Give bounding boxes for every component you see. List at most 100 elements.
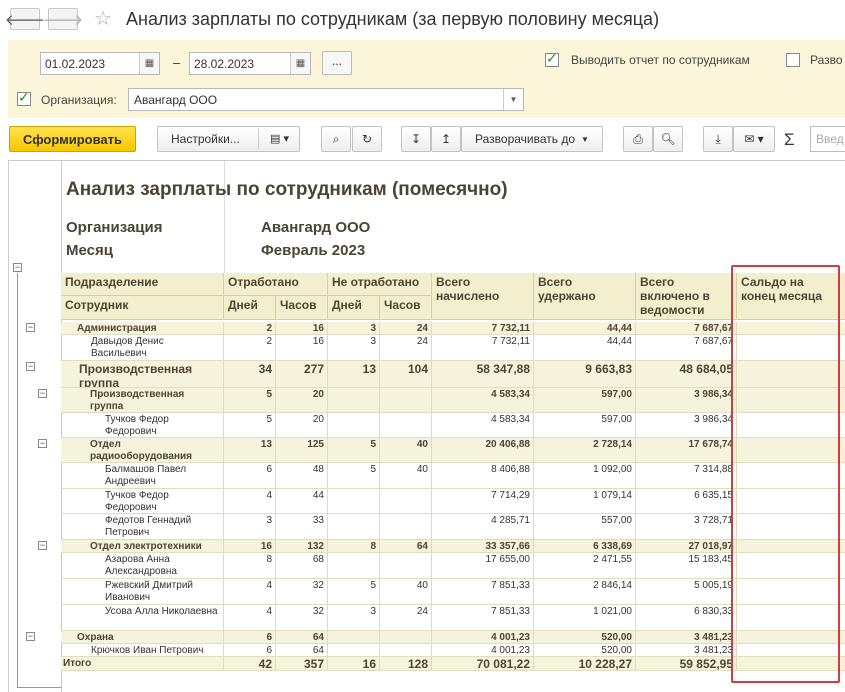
row-value-h: 48 <box>276 463 328 488</box>
row-value-bal <box>737 361 845 387</box>
row-value-h: 20 <box>276 388 328 412</box>
row-value-st: 6 635,15 <box>636 489 737 513</box>
row-value-nd <box>328 514 380 539</box>
employee-row[interactable]: Азарова Анна Александровна 8 68 17 655,00 2 … <box>61 553 845 579</box>
row-value-acc: 7 851,33 <box>432 605 534 630</box>
sort-asc-icon[interactable]: ↥ <box>431 126 461 152</box>
employee-row[interactable]: Ржевский Дмитрий Иванович 4 32 5 40 7 851,33 2… <box>61 579 845 605</box>
group-row[interactable]: Отдел радиооборудования 13 125 5 40 20 406,88… <box>61 438 845 463</box>
row-value-st: 3 481,23 <box>636 644 737 656</box>
expand-to-button[interactable]: Разворачивать до ▼ <box>461 126 603 152</box>
header-withheld: Всего удержано <box>534 273 636 320</box>
chevron-down-icon[interactable]: ▼ <box>503 89 523 110</box>
row-value-wh: 557,00 <box>534 514 636 539</box>
organization-select[interactable]: Авангард ООО ▼ <box>128 88 524 111</box>
row-value-h: 68 <box>276 553 328 578</box>
employee-row[interactable]: Усова Алла Николаевна 4 32 3 24 7 851,33 1 021… <box>61 605 845 631</box>
row-value-acc: 4 001,23 <box>432 631 534 643</box>
header-not-worked: Не отработано <box>328 273 432 296</box>
row-value-bal <box>737 605 845 630</box>
row-name: Тучков Федор Федорович <box>61 413 224 437</box>
search-input[interactable]: Введ <box>810 126 845 152</box>
row-value-acc: 33 357,66 <box>432 540 534 552</box>
header-worked: Отработано <box>224 273 328 296</box>
calendar-icon[interactable]: ▦ <box>139 53 159 74</box>
row-name: Отдел радиооборудования <box>61 438 224 462</box>
row-value-nh: 40 <box>380 579 432 604</box>
group-row[interactable]: Администрация 2 16 3 24 7 732,11 44,44 7 687,67 <box>61 322 845 335</box>
organization-checkbox[interactable] <box>17 89 31 106</box>
row-value-acc: 7 851,33 <box>432 579 534 604</box>
forward-arrow-icon[interactable]: 🡒 <box>43 8 83 30</box>
row-value-nh: 104 <box>380 361 432 387</box>
employee-row[interactable]: Крючков Иван Петрович 6 64 4 001,23 520,00 3 … <box>61 644 845 657</box>
report-title: Анализ зарплаты по сотрудникам (помесячн… <box>66 179 508 200</box>
collapse-icon[interactable]: − <box>26 632 35 641</box>
row-value-d: 16 <box>224 540 276 552</box>
row-value-nh: 24 <box>380 322 432 334</box>
row-value-h: 32 <box>276 579 328 604</box>
back-arrow-icon[interactable]: 🡐 <box>5 8 45 30</box>
row-value-st: 3 481,23 <box>636 631 737 643</box>
collapse-all-icon[interactable]: − <box>13 263 22 272</box>
sum-icon[interactable]: Σ <box>784 130 795 150</box>
collapse-icon[interactable]: − <box>38 541 47 550</box>
period-select-button[interactable]: ... <box>322 51 352 75</box>
row-value-st: 5 005,19 <box>636 579 737 604</box>
toolbar: Сформировать Настройки... ▤ ▾ ⌕ ↻ ↧ ↥ Ра… <box>0 118 845 160</box>
employee-row[interactable]: Федотов Геннадий Петрович 3 33 4 285,71 557,… <box>61 514 845 540</box>
date-to-input[interactable]: 28.02.2023 ▦ <box>189 52 311 75</box>
employee-row[interactable]: Балмашов Павел Андреевич 6 48 5 40 8 406,88 1 … <box>61 463 845 489</box>
employee-row[interactable]: Тучков Федор Федорович 5 20 4 583,34 597,00 3… <box>61 413 845 438</box>
group-row[interactable]: Охрана 6 64 4 001,23 520,00 3 481,23 <box>61 631 845 644</box>
date-from-value: 01.02.2023 <box>45 57 106 71</box>
row-value-nh: 128 <box>380 657 432 670</box>
save-icon[interactable]: ⤓ <box>703 126 733 152</box>
row-name: Охрана <box>61 631 224 643</box>
settings-button[interactable]: Настройки... ▤ ▾ <box>157 126 300 152</box>
calendar-icon[interactable]: ▦ <box>290 53 310 74</box>
row-value-st: 3 728,71 <box>636 514 737 539</box>
employee-row[interactable]: Тучков Федор Федорович 4 44 7 714,29 1 079,1… <box>61 489 845 514</box>
row-value-wh: 9 663,83 <box>534 361 636 387</box>
group-row[interactable]: Производственная группа 5 20 4 583,34 597,00… <box>61 388 845 413</box>
row-value-nd: 16 <box>328 657 380 670</box>
date-separator: – <box>173 55 181 70</box>
row-value-d: 42 <box>224 657 276 670</box>
row-value-bal <box>737 463 845 488</box>
find-icon[interactable]: ⌕ <box>321 126 351 152</box>
row-value-nh <box>380 388 432 412</box>
row-value-bal <box>737 438 845 462</box>
row-value-wh: 520,00 <box>534 644 636 656</box>
generate-button[interactable]: Сформировать <box>9 126 136 152</box>
report-area[interactable]: − Анализ зарплаты по сотрудникам (помеся… <box>8 160 845 692</box>
employee-row[interactable]: Давыдов Денис Васильевич 2 16 3 24 7 732,11 44… <box>61 335 845 361</box>
total-row[interactable]: Итого 42 357 16 128 70 081,22 10 228,27 59 852,… <box>61 657 845 671</box>
find-next-icon[interactable]: ↻ <box>352 126 382 152</box>
row-value-st: 27 018,97 <box>636 540 737 552</box>
row-value-d: 34 <box>224 361 276 387</box>
group-row[interactable]: Отдел электротехники 16 132 8 64 33 357,66 6 3… <box>61 540 845 553</box>
print-icon[interactable]: ⎙ <box>623 126 653 152</box>
row-value-st: 7 687,67 <box>636 335 737 360</box>
row-value-nd <box>328 388 380 412</box>
collapse-icon[interactable]: − <box>38 389 47 398</box>
header-accrued: Всего начислено <box>432 273 534 320</box>
collapse-icon[interactable]: − <box>26 323 35 332</box>
row-value-bal <box>737 322 845 334</box>
group-row[interactable]: Производственная группа 34 277 13 104 58 347,… <box>61 361 845 388</box>
mail-icon[interactable]: ✉ ▾ <box>733 126 775 152</box>
favorite-star-icon[interactable]: ☆ <box>94 6 112 31</box>
preview-icon[interactable]: 🔍︎ <box>653 126 683 152</box>
collapse-icon[interactable]: − <box>26 362 35 371</box>
collapse-icon[interactable]: − <box>38 439 47 448</box>
row-value-d: 6 <box>224 644 276 656</box>
date-from-input[interactable]: 01.02.2023 ▦ <box>40 52 160 75</box>
row-value-nh: 24 <box>380 335 432 360</box>
by-employee-checkbox[interactable] <box>545 50 559 67</box>
sort-desc-icon[interactable]: ↧ <box>401 126 431 152</box>
row-value-h: 33 <box>276 514 328 539</box>
variant-icon[interactable]: ▤ ▾ <box>258 129 300 149</box>
expand-checkbox[interactable] <box>786 53 800 67</box>
row-value-bal <box>737 413 845 437</box>
